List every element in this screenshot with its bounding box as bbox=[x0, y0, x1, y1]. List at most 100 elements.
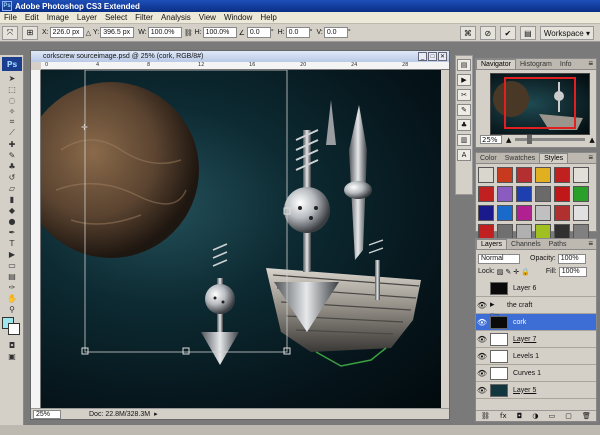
tab-navigator[interactable]: Navigator bbox=[476, 59, 516, 69]
relative-position-icon[interactable]: △ bbox=[86, 29, 91, 37]
visibility-eye-icon[interactable]: 👁 bbox=[476, 386, 488, 395]
warp-icon[interactable]: ⌘ bbox=[459, 26, 476, 40]
cancel-transform-icon[interactable]: ⊘ bbox=[479, 26, 496, 40]
menu-help[interactable]: Help bbox=[256, 13, 280, 22]
new-layer-icon[interactable]: ▢ bbox=[565, 412, 572, 420]
x-input[interactable]: 226.0 px bbox=[49, 27, 84, 38]
panel-menu-icon[interactable]: ≡ bbox=[588, 153, 593, 162]
style-swatch[interactable] bbox=[478, 205, 494, 221]
style-swatch[interactable] bbox=[554, 205, 570, 221]
zoom-out-icon[interactable]: ▲ bbox=[506, 136, 511, 144]
lasso-tool-icon[interactable]: ◌ bbox=[2, 95, 22, 105]
path-select-tool-icon[interactable]: ▶ bbox=[2, 249, 22, 259]
zoom-level-field[interactable]: 25% bbox=[33, 409, 61, 419]
navigator-view-box[interactable] bbox=[504, 77, 576, 129]
history-brush-icon[interactable]: ↺ bbox=[2, 172, 22, 182]
y-input[interactable]: 396.5 px bbox=[100, 27, 135, 38]
maximize-icon[interactable]: □ bbox=[428, 52, 437, 61]
dodge-tool-icon[interactable]: ● bbox=[2, 216, 22, 226]
tab-channels[interactable]: Channels bbox=[507, 239, 545, 249]
style-swatch[interactable] bbox=[554, 167, 570, 183]
layer-row[interactable]: 👁 cork bbox=[476, 314, 596, 331]
link-layers-icon[interactable]: ⛓ bbox=[481, 412, 490, 420]
layer-row[interactable]: 👁 Layer 5 bbox=[476, 382, 596, 399]
width-input[interactable]: 100.0% bbox=[147, 27, 182, 38]
vskew-input[interactable]: 0.0 bbox=[323, 27, 348, 38]
menu-window[interactable]: Window bbox=[220, 13, 256, 22]
style-swatch[interactable] bbox=[516, 186, 532, 202]
style-swatch[interactable] bbox=[535, 205, 551, 221]
menu-view[interactable]: View bbox=[195, 13, 220, 22]
hand-tool-icon[interactable]: ✋ bbox=[2, 293, 22, 303]
menu-analysis[interactable]: Analysis bbox=[157, 13, 195, 22]
tab-swatches[interactable]: Swatches bbox=[501, 153, 539, 163]
tab-paths[interactable]: Paths bbox=[545, 239, 571, 249]
menu-image[interactable]: Image bbox=[43, 13, 73, 22]
navigator-zoom-input[interactable]: 25% bbox=[480, 135, 502, 144]
clone-source-icon[interactable]: ♣ bbox=[457, 119, 471, 131]
tab-histogram[interactable]: Histogram bbox=[516, 59, 556, 69]
slice-tool-icon[interactable]: ⟋ bbox=[2, 128, 22, 138]
status-arrow-icon[interactable]: ▸ bbox=[154, 410, 158, 418]
layer-style-icon[interactable]: fx bbox=[500, 412, 507, 420]
stamp-tool-icon[interactable]: ♣ bbox=[2, 161, 22, 171]
visibility-eye-icon[interactable]: 👁 bbox=[476, 318, 488, 327]
actions-panel-icon[interactable]: ▶ bbox=[457, 74, 471, 86]
menu-filter[interactable]: Filter bbox=[131, 13, 157, 22]
layer-comps-icon[interactable]: ▥ bbox=[457, 134, 471, 146]
link-icon[interactable]: ⛓ bbox=[184, 29, 193, 37]
style-swatch[interactable] bbox=[478, 167, 494, 183]
menu-select[interactable]: Select bbox=[101, 13, 131, 22]
tool-presets-icon[interactable]: ✂ bbox=[457, 89, 471, 101]
minimize-icon[interactable]: _ bbox=[418, 52, 427, 61]
style-swatch[interactable] bbox=[497, 167, 513, 183]
transform-tool-icon[interactable]: ⤧ bbox=[2, 25, 18, 40]
history-panel-icon[interactable]: ▤ bbox=[457, 59, 471, 71]
close-icon[interactable]: ✕ bbox=[438, 52, 447, 61]
fill-input[interactable]: 100% bbox=[558, 266, 587, 277]
move-tool-icon[interactable]: ➤ bbox=[2, 73, 22, 83]
tab-color[interactable]: Color bbox=[476, 153, 501, 163]
zoom-in-icon[interactable]: ▲ bbox=[589, 136, 594, 144]
blend-mode-select[interactable]: Normal bbox=[478, 253, 520, 264]
menu-file[interactable]: File bbox=[0, 13, 21, 22]
background-color-swatch[interactable] bbox=[8, 323, 20, 335]
notes-tool-icon[interactable]: ▤ bbox=[2, 271, 22, 281]
style-swatch[interactable] bbox=[497, 186, 513, 202]
type-tool-icon[interactable]: T bbox=[2, 238, 22, 248]
layer-row[interactable]: 👁▸ 🗀 the craft bbox=[476, 297, 596, 322]
reference-point-icon[interactable]: ⊞ bbox=[22, 25, 38, 40]
marquee-tool-icon[interactable]: ⬚ bbox=[2, 84, 22, 94]
crop-tool-icon[interactable]: ⌗ bbox=[2, 117, 22, 127]
angle-input[interactable]: 0.0 bbox=[246, 27, 271, 38]
lock-image-icon[interactable]: ✎ bbox=[505, 268, 511, 276]
image-canvas[interactable]: ✛ bbox=[41, 70, 441, 408]
style-swatch[interactable] bbox=[497, 205, 513, 221]
tab-info[interactable]: Info bbox=[556, 59, 576, 69]
blur-tool-icon[interactable]: ◆ bbox=[2, 205, 22, 215]
style-swatch[interactable] bbox=[535, 186, 551, 202]
layer-mask-icon[interactable]: ◘ bbox=[517, 412, 523, 420]
height-input[interactable]: 100.0% bbox=[202, 27, 237, 38]
commit-transform-icon[interactable]: ✔ bbox=[499, 26, 516, 40]
brushes-panel-icon[interactable]: ✎ bbox=[457, 104, 471, 116]
lock-transparent-icon[interactable]: ▨ bbox=[497, 268, 504, 276]
zoom-tool-icon[interactable]: ⚲ bbox=[2, 304, 22, 314]
brush-tool-icon[interactable]: ✎ bbox=[2, 150, 22, 160]
layer-row[interactable]: Layer 6 bbox=[476, 280, 596, 297]
adjustment-layer-icon[interactable]: ◑ bbox=[532, 412, 538, 420]
panel-menu-icon[interactable]: ≡ bbox=[588, 59, 593, 68]
workspace-menu[interactable]: Workspace ▾ bbox=[539, 26, 594, 40]
eyedropper-tool-icon[interactable]: ✑ bbox=[2, 282, 22, 292]
style-swatch[interactable] bbox=[554, 186, 570, 202]
style-swatch[interactable] bbox=[573, 167, 589, 183]
magic-wand-tool-icon[interactable]: ✧ bbox=[2, 106, 22, 116]
menu-edit[interactable]: Edit bbox=[21, 13, 43, 22]
bridge-icon[interactable]: ▤ bbox=[519, 26, 536, 40]
layer-row[interactable]: 👁 Curves 1 bbox=[476, 365, 596, 382]
hskew-input[interactable]: 0.0 bbox=[285, 27, 310, 38]
tab-styles[interactable]: Styles bbox=[539, 153, 569, 163]
layer-row[interactable]: 👁 Levels 1 bbox=[476, 348, 596, 365]
new-group-icon[interactable]: ▭ bbox=[549, 412, 556, 420]
navigator-zoom-slider[interactable] bbox=[515, 135, 586, 144]
